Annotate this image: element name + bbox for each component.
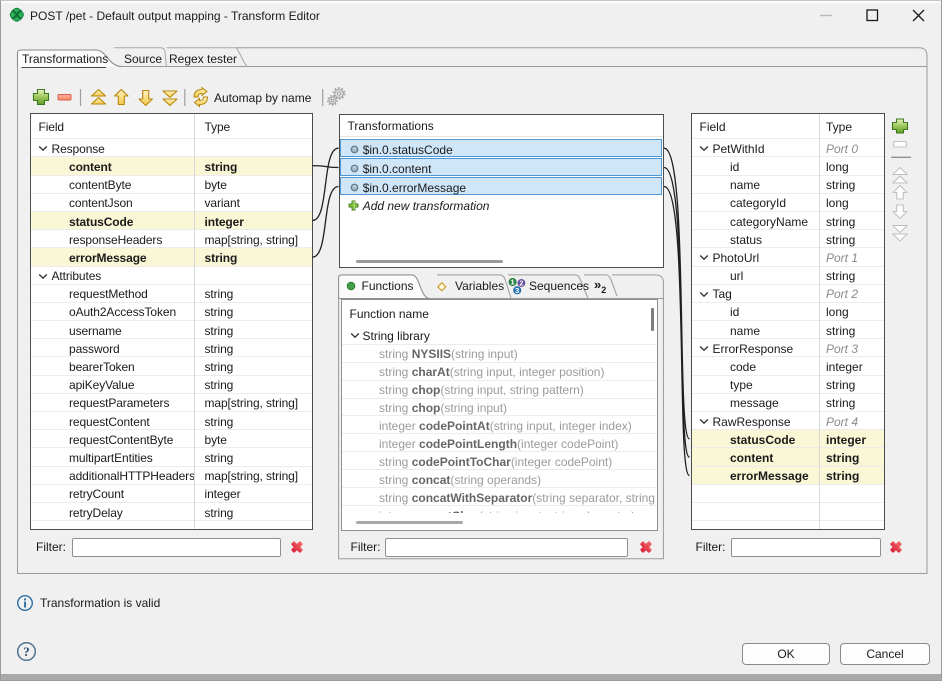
svg-text:2: 2 [519,279,523,288]
svg-text:?: ? [23,644,30,659]
svg-text:1: 1 [511,278,515,287]
svg-text:3: 3 [515,286,519,295]
